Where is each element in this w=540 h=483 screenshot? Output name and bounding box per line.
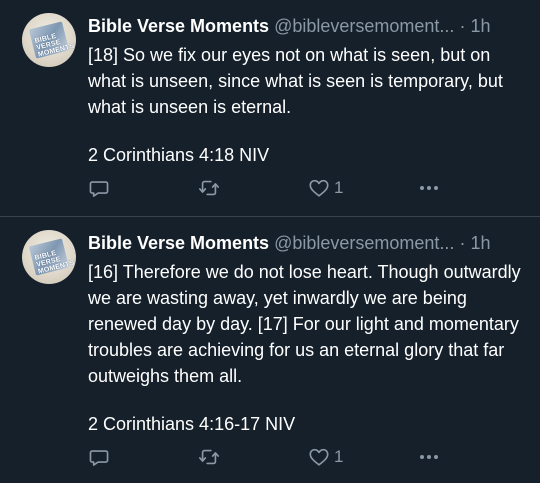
- retweet-icon: [199, 180, 219, 196]
- tweet-actions: 1: [88, 445, 448, 469]
- retweet-button[interactable]: [198, 176, 220, 200]
- separator-dot: ·: [459, 233, 466, 253]
- heart-icon: [309, 179, 329, 197]
- avatar[interactable]: BIBLE VERSE MOMENTS: [22, 230, 76, 284]
- more-button[interactable]: [417, 445, 441, 469]
- verse-reference: 2 Corinthians 4:18 NIV: [88, 145, 270, 165]
- tweet-text: [16] Therefore we do not lose heart. Tho…: [88, 262, 521, 386]
- tweet-header: Bible Verse Moments @bibleversemoment...…: [88, 14, 528, 38]
- like-count: 1: [334, 447, 344, 466]
- tweet-header: Bible Verse Moments @bibleversemoment...…: [88, 231, 528, 255]
- author-name[interactable]: Bible Verse Moments: [88, 233, 269, 253]
- verse-reference: 2 Corinthians 4:16-17 NIV: [88, 414, 296, 434]
- like-button[interactable]: 1: [308, 176, 343, 200]
- more-icon: [420, 186, 438, 190]
- more-button[interactable]: [417, 176, 441, 200]
- avatar[interactable]: BIBLE VERSE MOMENTS: [22, 13, 76, 67]
- like-button[interactable]: 1: [308, 445, 343, 469]
- timestamp[interactable]: 1h: [470, 233, 490, 253]
- author-handle[interactable]: @bibleversemoment...: [274, 233, 454, 253]
- tweet-actions: 1: [88, 176, 448, 200]
- more-icon: [420, 455, 438, 459]
- author-handle[interactable]: @bibleversemoment...: [274, 16, 454, 36]
- tweet[interactable]: BIBLE VERSE MOMENTS Bible Verse Moments …: [0, 0, 540, 216]
- heart-icon: [309, 448, 329, 466]
- retweet-button[interactable]: [198, 445, 220, 469]
- tweet-text: [18] So we fix our eyes not on what is s…: [88, 45, 503, 117]
- reply-icon: [89, 450, 109, 466]
- reply-icon: [89, 181, 109, 197]
- timestamp[interactable]: 1h: [470, 16, 490, 36]
- reply-button[interactable]: [88, 445, 110, 469]
- author-name[interactable]: Bible Verse Moments: [88, 16, 269, 36]
- separator-dot: ·: [459, 16, 466, 36]
- retweet-icon: [199, 449, 219, 465]
- tweet[interactable]: BIBLE VERSE MOMENTS Bible Verse Moments …: [0, 217, 540, 483]
- reply-button[interactable]: [88, 176, 110, 200]
- like-count: 1: [334, 178, 344, 197]
